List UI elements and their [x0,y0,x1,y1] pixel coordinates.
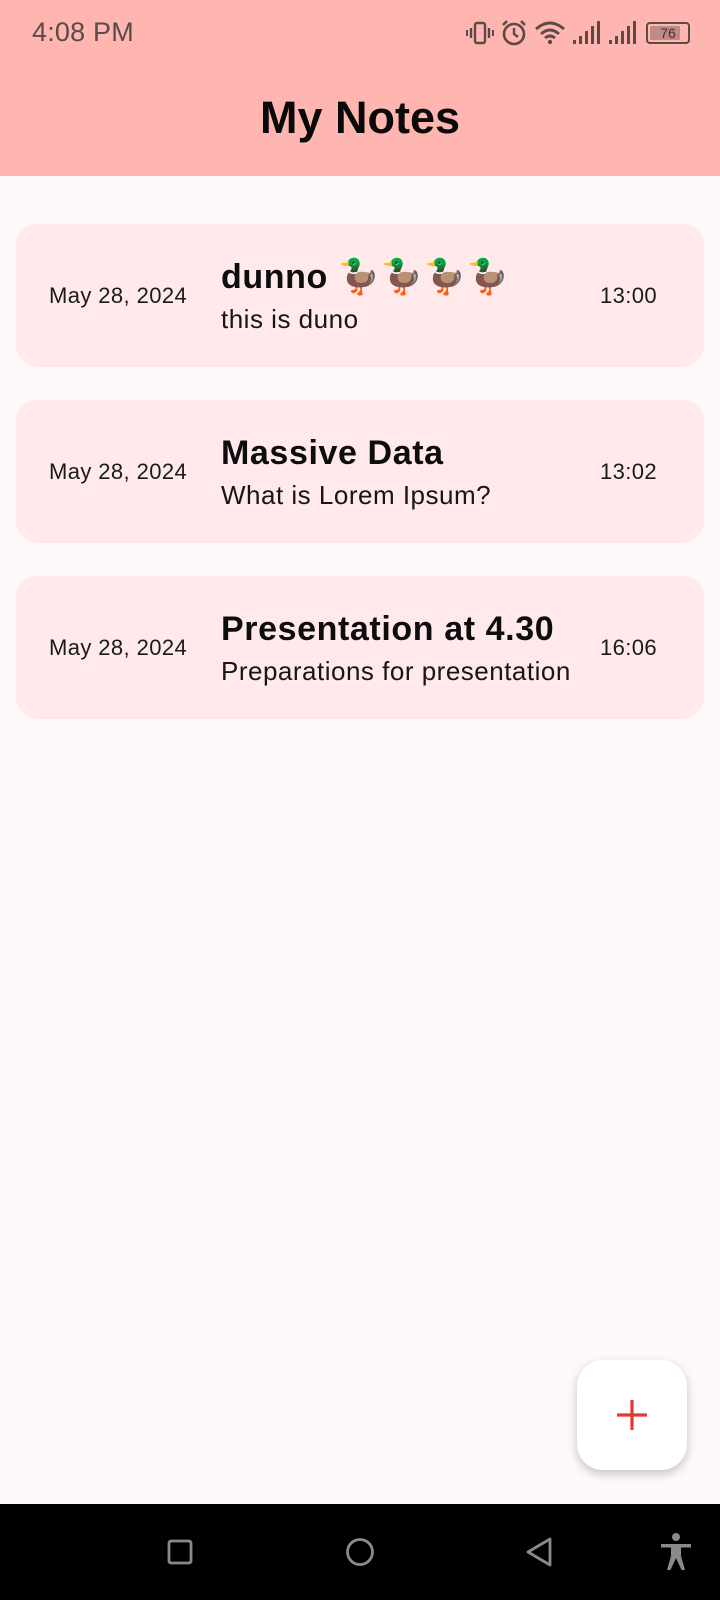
battery-level: 76 [660,25,676,41]
note-preview: What is Lorem Ipsum? [221,479,492,510]
note-body: Massive Data What is Lorem Ipsum? [221,400,573,543]
status-time: 4:08 PM [32,17,134,47]
page-title: My Notes [259,92,461,143]
note-title: Presentation at 4.30 [221,609,555,648]
add-note-button[interactable] [577,1360,687,1470]
recents-icon [167,1539,193,1565]
note-card[interactable]: May 28, 2024 dunno 🦆🦆🦆🦆 this is duno 13:… [16,224,704,367]
note-title: Massive Data [221,433,444,472]
home-button[interactable] [336,1528,384,1576]
back-button[interactable] [516,1528,564,1576]
app-bar: 4:08 PM 76 My Notes [0,0,720,176]
note-date: May 28, 2024 [49,282,188,308]
signal-icon [609,21,636,44]
note-body: Presentation at 4.30 Preparations for pr… [221,576,573,719]
accessibility-button[interactable] [652,1528,700,1576]
plus-icon [617,1400,647,1430]
note-card[interactable]: May 28, 2024 Massive Data What is Lorem … [16,400,704,543]
note-card[interactable]: May 28, 2024 Presentation at 4.30 Prepar… [16,576,704,719]
note-date: May 28, 2024 [49,634,188,660]
vibrate-icon [466,21,494,45]
note-list: May 28, 2024 dunno 🦆🦆🦆🦆 this is duno 13:… [16,224,704,752]
note-time: 13:02 [599,458,657,484]
status-bar: 4:08 PM 76 [0,0,720,66]
status-icons: 76 [466,18,690,48]
home-icon [346,1538,374,1566]
note-preview: Preparations for presentation [221,655,571,686]
wifi-icon [535,21,565,45]
note-title: dunno 🦆🦆🦆🦆 [221,257,510,296]
note-preview: this is duno [221,303,359,334]
signal-icon [573,21,600,44]
alarm-icon [502,20,526,46]
note-body: dunno 🦆🦆🦆🦆 this is duno [221,224,573,367]
system-nav-bar [0,1504,720,1600]
recents-button[interactable] [156,1528,204,1576]
note-time: 16:06 [599,634,657,660]
back-icon [526,1537,552,1567]
accessibility-icon [661,1533,691,1570]
note-date: May 28, 2024 [49,458,188,484]
note-time: 13:00 [599,282,657,308]
battery-icon: 76 [646,22,690,44]
